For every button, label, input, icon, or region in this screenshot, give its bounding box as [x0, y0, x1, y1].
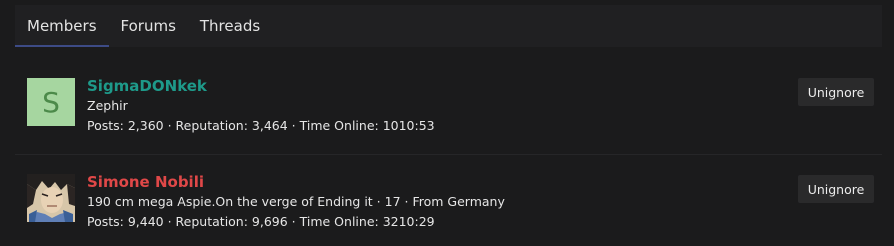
unignore-button[interactable]: Unignore — [798, 78, 874, 106]
member-info: Simone Nobili 190 cm mega Aspie.On the v… — [87, 172, 505, 232]
member-title: Zephir — [87, 98, 128, 113]
avatar[interactable]: S — [27, 78, 75, 126]
username-link[interactable]: SigmaDONkek — [87, 76, 435, 96]
username-link[interactable]: Simone Nobili — [87, 172, 505, 192]
tab-threads[interactable]: Threads — [188, 5, 272, 47]
tab-members[interactable]: Members — [15, 5, 109, 47]
tab-bar: Members Forums Threads — [15, 5, 882, 47]
avatar-image-icon — [27, 174, 75, 222]
member-row: Simone Nobili 190 cm mega Aspie.On the v… — [15, 154, 882, 246]
member-title: 190 cm mega Aspie.On the verge of Ending… — [87, 194, 505, 209]
members-list: S SigmaDONkek Zephir Posts: 2,360 · Repu… — [15, 66, 882, 246]
member-stats: Posts: 2,360 · Reputation: 3,464 · Time … — [87, 118, 435, 133]
unignore-button[interactable]: Unignore — [798, 175, 874, 203]
ignored-list-page: Members Forums Threads S SigmaDONkek Zep… — [0, 0, 894, 246]
avatar[interactable] — [27, 174, 75, 222]
member-info: SigmaDONkek Zephir Posts: 2,360 · Reputa… — [87, 76, 435, 136]
member-stats: Posts: 9,440 · Reputation: 9,696 · Time … — [87, 214, 435, 229]
member-row: S SigmaDONkek Zephir Posts: 2,360 · Repu… — [15, 66, 882, 154]
tab-forums[interactable]: Forums — [109, 5, 188, 47]
